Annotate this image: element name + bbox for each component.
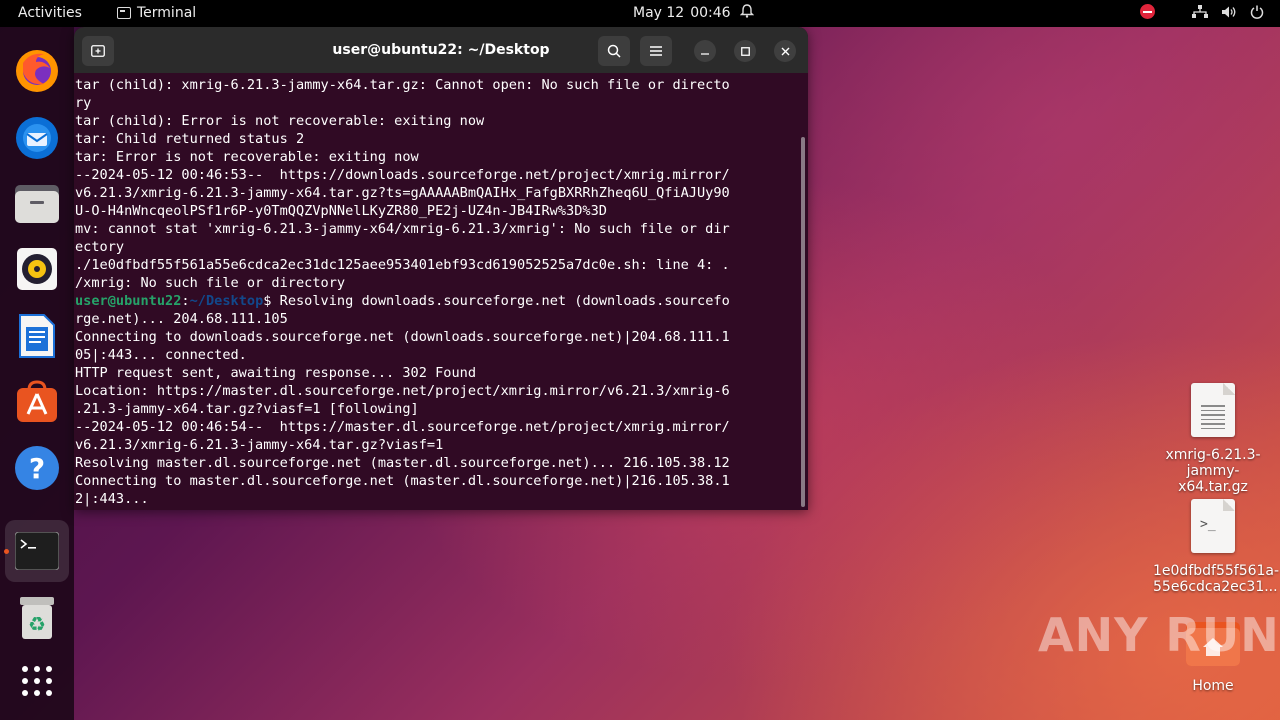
files-icon[interactable] — [13, 180, 61, 228]
terminal-titlebar[interactable]: user@ubuntu22: ~/Desktop — [74, 27, 808, 73]
desktop-icon-label: jammy-x64.tar.gz — [1178, 463, 1248, 495]
terminal-scrollbar[interactable] — [801, 137, 805, 507]
terminal-window[interactable]: user@ubuntu22: ~/Desktop tar (child): xm… — [74, 27, 808, 510]
terminal-line: mv: cannot stat 'xmrig-6.21.3-jammy-x64/… — [75, 221, 730, 237]
output-before: tar (child): xmrig-6.21.3-jammy-x64.tar.… — [75, 76, 796, 292]
clock[interactable]: May 12 00:46 — [633, 5, 731, 21]
terminal-line: ./1e0dfbdf55f561a55e6cdca2ec31dc125aee95… — [75, 257, 730, 273]
terminal-line: ectory — [75, 239, 125, 255]
maximize-icon — [740, 46, 750, 56]
system-tray[interactable] — [1140, 4, 1264, 19]
volume-icon — [1222, 6, 1236, 17]
terminal-icon — [117, 7, 131, 19]
search-button[interactable] — [598, 36, 630, 66]
clock-date: May 12 — [633, 5, 685, 21]
prompt-separator: : — [181, 293, 190, 309]
clock-time: 00:46 — [690, 5, 731, 21]
terminal-line: HTTP request sent, awaiting response... … — [75, 365, 477, 381]
bell-icon[interactable] — [740, 4, 754, 18]
close-icon — [781, 47, 789, 55]
desktop-icon-label: 55e6cdca2ec31... — [1153, 579, 1278, 595]
running-indicator — [4, 549, 9, 554]
thunderbird-icon[interactable] — [13, 113, 61, 161]
minimize-button[interactable] — [694, 40, 716, 62]
help-icon[interactable]: ? — [13, 444, 61, 492]
terminal-dock-item[interactable] — [5, 520, 69, 582]
libreoffice-writer-icon[interactable] — [13, 312, 61, 360]
recording-indicator-icon — [1140, 4, 1155, 19]
network-icon — [1192, 4, 1208, 18]
terminal-line: v6.21.3/xmrig-6.21.3-jammy-x64.tar.gz?ts… — [75, 185, 730, 201]
prompt-line: user@ubuntu22:~/Desktop$ Resolving downl… — [75, 292, 796, 310]
power-icon — [1250, 5, 1264, 19]
search-icon — [607, 44, 621, 58]
desktop-icon-label: xmrig-6.21.3- — [1165, 447, 1261, 463]
svg-text:♻: ♻ — [28, 612, 46, 636]
activities-button[interactable]: Activities — [18, 5, 82, 21]
dock: ? ♻ — [0, 27, 74, 720]
terminal-line: rge.net)... 204.68.111.105 — [75, 311, 288, 327]
rhythmbox-icon[interactable] — [13, 245, 61, 293]
maximize-button[interactable] — [734, 40, 756, 62]
app-center-icon[interactable] — [13, 377, 61, 425]
terminal-line: ry — [75, 95, 92, 111]
terminal-line: --2024-05-12 00:46:54-- https://master.d… — [75, 419, 730, 435]
terminal-line: tar: Error is not recoverable: exiting n… — [75, 149, 419, 165]
close-button[interactable] — [774, 40, 796, 62]
terminal-line: Resolving master.dl.sourceforge.net (mas… — [75, 455, 730, 471]
terminal-line: v6.21.3/xmrig-6.21.3-jammy-x64.tar.gz?vi… — [75, 437, 444, 453]
terminal-line: tar: Child returned status 2 — [75, 131, 305, 147]
terminal-line: 2|:443... — [75, 491, 149, 507]
archive-file-icon — [1191, 383, 1235, 437]
shell-script-icon: >_ — [1191, 499, 1235, 553]
watermark: ANY RUN — [1038, 608, 1280, 662]
top-bar: Activities Terminal May 12 00:46 — [0, 0, 1280, 27]
show-apps-icon[interactable] — [13, 657, 61, 705]
terminal-line: Location: https://master.dl.sourceforge.… — [75, 383, 730, 399]
terminal-line: Connecting to downloads.sourceforge.net … — [75, 329, 730, 345]
hamburger-icon — [650, 46, 662, 56]
terminal-output[interactable]: tar (child): xmrig-6.21.3-jammy-x64.tar.… — [75, 76, 796, 508]
minimize-icon — [701, 53, 709, 55]
output-after: rge.net)... 204.68.111.105 Connecting to … — [75, 310, 796, 508]
terminal-line: Connecting to master.dl.sourceforge.net … — [75, 473, 730, 489]
desktop-icon-tarball[interactable]: xmrig-6.21.3- jammy-x64.tar.gz — [1153, 383, 1273, 495]
app-name-label: Terminal — [137, 5, 197, 21]
terminal-line: tar (child): xmrig-6.21.3-jammy-x64.tar.… — [75, 77, 730, 93]
prompt-tail: $ Resolving downloads.sourceforge.net (d… — [263, 293, 730, 309]
prompt-path: ~/Desktop — [189, 293, 264, 309]
terminal-line: /xmrig: No such file or directory — [75, 275, 346, 291]
desktop-icon-label: Home — [1192, 678, 1234, 694]
menu-button[interactable] — [640, 36, 672, 66]
trash-icon[interactable]: ♻ — [13, 594, 61, 642]
terminal-line: U-O-H4nWncqeolPSf1r6P-y0TmQQZVpNNelLKyZR… — [75, 203, 607, 219]
desktop-icon-label: 1e0dfbdf55f561a- — [1153, 563, 1280, 579]
terminal-line: 05|:443... connected. — [75, 347, 247, 363]
firefox-icon[interactable] — [13, 47, 61, 95]
prompt-user: user@ubuntu22 — [75, 293, 182, 309]
terminal-line: --2024-05-12 00:46:53-- https://download… — [75, 167, 730, 183]
terminal-line: tar (child): Error is not recoverable: e… — [75, 113, 485, 129]
app-menu[interactable]: Terminal — [117, 5, 196, 21]
desktop-icon-script[interactable]: >_ 1e0dfbdf55f561a- 55e6cdca2ec31... — [1153, 499, 1280, 595]
terminal-line: .21.3-jammy-x64.tar.gz?viasf=1 [followin… — [75, 401, 419, 417]
svg-text:?: ? — [29, 452, 45, 485]
